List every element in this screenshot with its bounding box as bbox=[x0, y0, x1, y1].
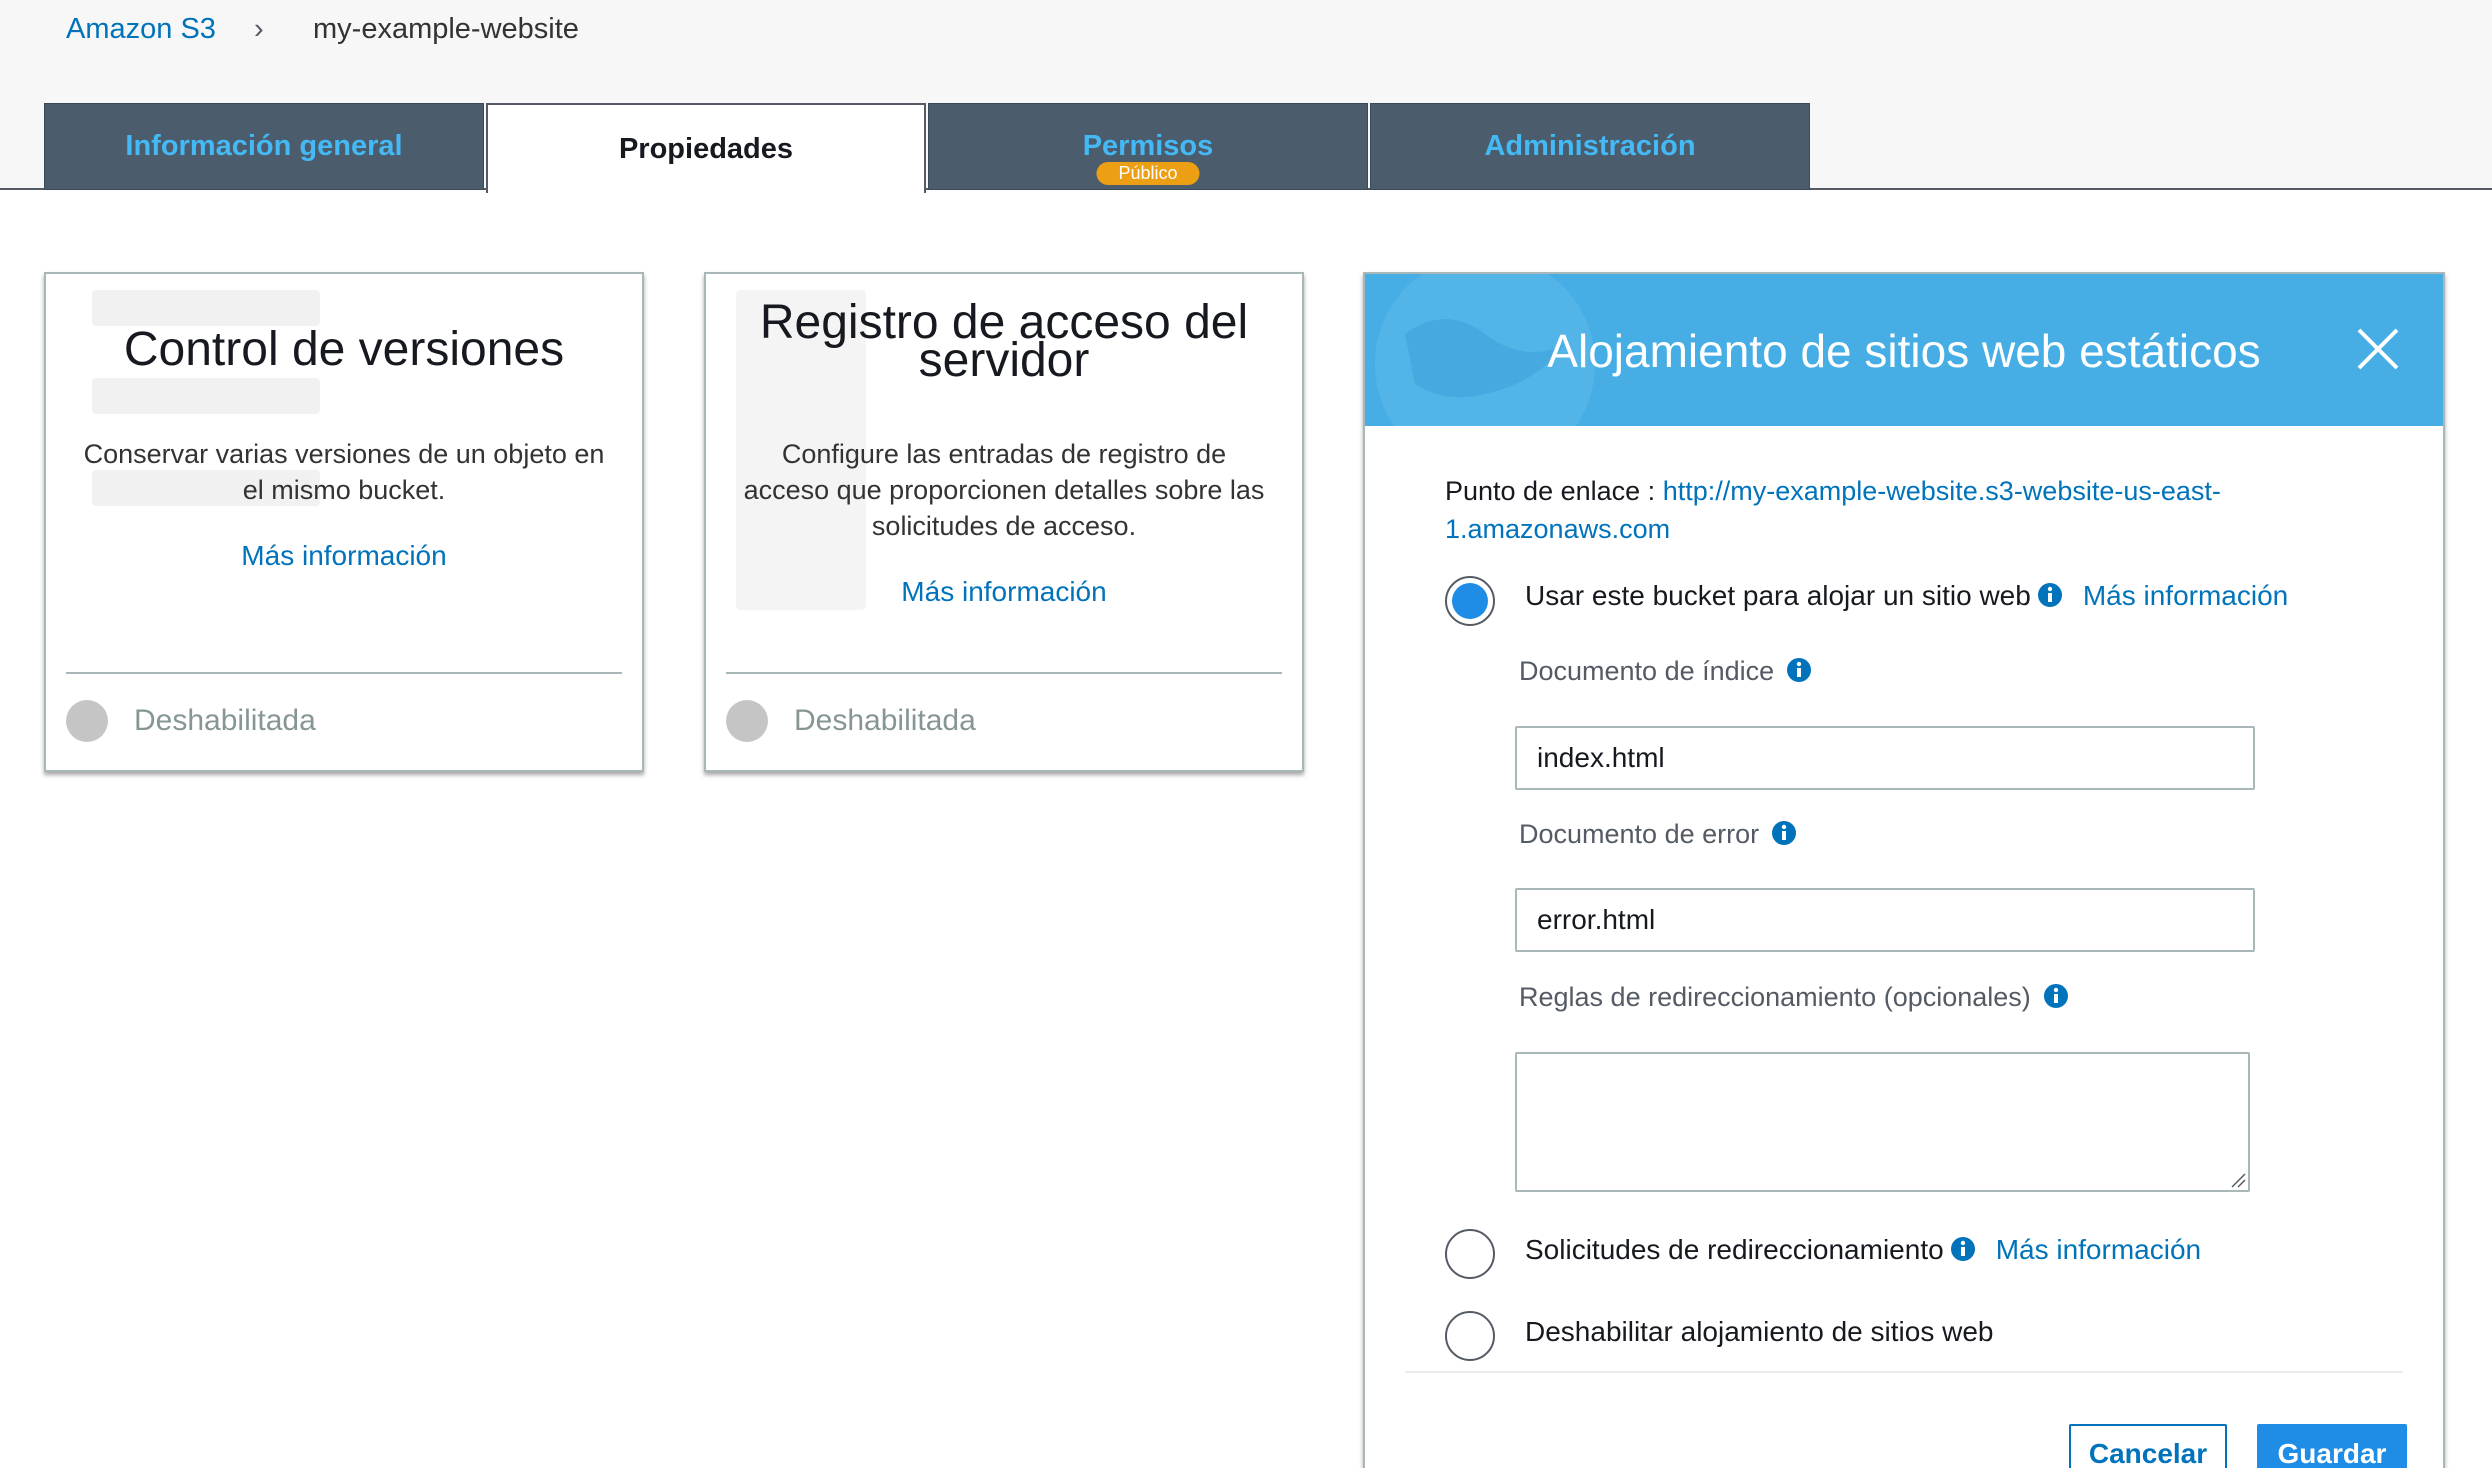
info-icon[interactable] bbox=[2037, 582, 2063, 608]
disable-hosting-radio[interactable] bbox=[1445, 1311, 1495, 1361]
redirect-requests-radio[interactable] bbox=[1445, 1229, 1495, 1279]
disable-hosting-option: Deshabilitar alojamiento de sitios web bbox=[1525, 1316, 1993, 1348]
tab-properties-label: Propiedades bbox=[618, 133, 794, 165]
s3-bucket-page: Amazon S3 › my-example-website Informaci… bbox=[0, 0, 2492, 1468]
versioning-card[interactable]: Control de versiones Conservar varias ve… bbox=[44, 272, 644, 772]
panel-header: Alojamiento de sitios web estáticos bbox=[1365, 274, 2443, 426]
breadcrumb-amazon-s3[interactable]: Amazon S3 bbox=[66, 13, 216, 46]
info-icon[interactable] bbox=[1786, 657, 1812, 683]
tab-properties[interactable]: Propiedades bbox=[486, 103, 926, 193]
index-document-label: Documento de índice bbox=[1519, 656, 1775, 686]
use-bucket-label: Usar este bucket para alojar un sitio we… bbox=[1525, 580, 2031, 611]
cancel-button[interactable]: Cancelar bbox=[2069, 1424, 2227, 1468]
use-bucket-radio[interactable] bbox=[1445, 576, 1495, 626]
redirect-rules-label: Reglas de redireccionamiento (opcionales… bbox=[1519, 982, 2031, 1012]
versioning-description: Conservar varias versiones de un objeto … bbox=[83, 439, 605, 505]
info-icon[interactable] bbox=[2043, 983, 2069, 1009]
redirect-requests-option: Solicitudes de redireccionamiento Más inf… bbox=[1525, 1234, 2201, 1266]
save-button[interactable]: Guardar bbox=[2257, 1424, 2407, 1468]
resize-handle-icon[interactable] bbox=[2230, 1172, 2246, 1188]
status-indicator-icon bbox=[726, 700, 768, 742]
use-bucket-option: Usar este bucket para alojar un sitio we… bbox=[1525, 580, 2288, 612]
redirect-rules-field-label: Reglas de redireccionamiento (opcionales… bbox=[1519, 982, 2069, 1013]
tab-permissions[interactable]: Permisos Público bbox=[928, 103, 1368, 190]
logging-title-line2: servidor bbox=[918, 334, 1090, 387]
versioning-title: Control de versiones bbox=[123, 323, 565, 376]
divider bbox=[1405, 1371, 2403, 1373]
info-icon[interactable] bbox=[1950, 1236, 1976, 1262]
use-bucket-more-info-link[interactable]: Más información bbox=[2083, 580, 2288, 611]
endpoint-label: Punto de enlace : bbox=[1445, 476, 1656, 506]
breadcrumb-bucket-name: my-example-website bbox=[313, 13, 579, 45]
logging-title: Registro de acceso del servidor bbox=[706, 299, 1302, 385]
tab-management[interactable]: Administración bbox=[1370, 103, 1810, 190]
divider bbox=[726, 672, 1282, 674]
static-website-hosting-panel: Alojamiento de sitios web estáticos Punt… bbox=[1363, 272, 2445, 1468]
logging-description: Configure las entradas de registro de ac… bbox=[743, 439, 1265, 541]
tab-overview[interactable]: Información general bbox=[44, 103, 484, 190]
breadcrumb-chevron-right-icon: › bbox=[254, 13, 264, 45]
header-bar: Amazon S3 › my-example-website Informaci… bbox=[0, 0, 2492, 193]
divider bbox=[66, 672, 622, 674]
panel-title: Alojamiento de sitios web estáticos bbox=[1547, 325, 2261, 377]
index-document-field-label: Documento de índice bbox=[1519, 656, 1812, 687]
close-icon[interactable] bbox=[2355, 326, 2401, 372]
redirect-rules-textarea[interactable] bbox=[1515, 1052, 2250, 1192]
index-document-input[interactable] bbox=[1515, 726, 2255, 790]
logging-more-info-link[interactable]: Más información bbox=[706, 576, 1302, 608]
error-document-field-label: Documento de error bbox=[1519, 819, 1797, 850]
redirect-more-info-link[interactable]: Más información bbox=[1996, 1234, 2201, 1265]
error-document-input[interactable] bbox=[1515, 888, 2255, 952]
info-icon[interactable] bbox=[1771, 820, 1797, 846]
tab-management-label: Administración bbox=[1484, 130, 1696, 162]
logging-status: Deshabilitada bbox=[794, 704, 976, 737]
redirect-requests-label: Solicitudes de redireccionamiento bbox=[1525, 1234, 1944, 1265]
endpoint-row: Punto de enlace : http://my-example-webs… bbox=[1445, 472, 2345, 548]
error-document-label: Documento de error bbox=[1519, 819, 1760, 849]
disable-hosting-label: Deshabilitar alojamiento de sitios web bbox=[1525, 1316, 1994, 1347]
server-access-logging-card[interactable]: Registro de acceso del servidor Configur… bbox=[704, 272, 1304, 772]
tab-permissions-label: Permisos bbox=[1082, 130, 1214, 162]
versioning-status: Deshabilitada bbox=[134, 704, 316, 737]
status-indicator-icon bbox=[66, 700, 108, 742]
public-badge: Público bbox=[1096, 162, 1200, 185]
tab-overview-label: Información general bbox=[125, 130, 403, 162]
versioning-more-info-link[interactable]: Más información bbox=[46, 540, 642, 572]
